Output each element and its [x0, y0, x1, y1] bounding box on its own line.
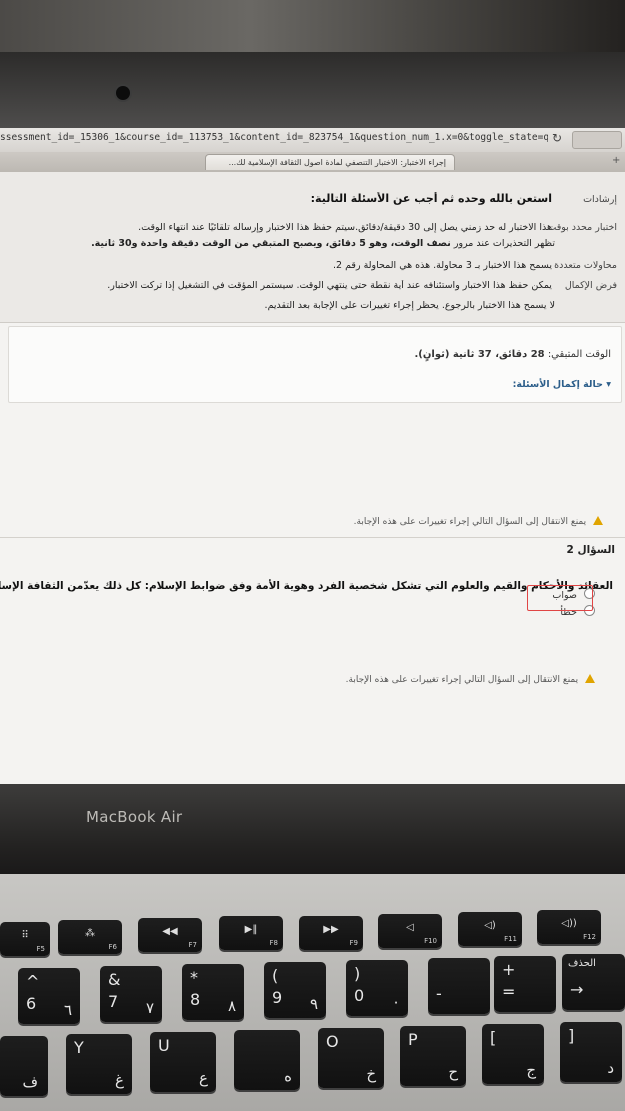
instructions-heading: استعن بالله وحده ثم أجب عن الأسئلة التال…	[310, 192, 552, 205]
keyboard: ⠿ F5 ⁂ F6 ◀◀ F7 ▶‖ F8 ▶▶ F9 ◁ F10 ◁) F11…	[0, 874, 625, 1111]
attempts-text: يسمح هذا الاختبار بـ 3 محاولة. هذه هي ال…	[333, 260, 552, 271]
notice-text: يمنع الانتقال إلى السؤال التالي إجراء تغ…	[345, 675, 579, 685]
completion-status-toggle[interactable]: ▾ حالة إكمال الأسئلة:	[513, 379, 611, 390]
completion-status-label: حالة إكمال الأسئلة:	[512, 379, 603, 390]
key-i[interactable]: ه	[234, 1030, 300, 1090]
camera-icon	[116, 86, 130, 100]
divider	[0, 537, 625, 538]
time-remaining-label: الوقت المتبقي:	[547, 349, 611, 360]
notice-question-2: يمنع الانتقال إلى السؤال التالي إجراء تغ…	[346, 674, 595, 685]
toolbar-button[interactable]	[572, 131, 622, 149]
warning-icon	[593, 516, 603, 525]
chevron-down-icon: ▾	[602, 379, 611, 390]
time-remaining: الوقت المتبقي: 28 دقائق، 37 ثانية (ثوانٍ…	[415, 349, 612, 360]
instructions-panel: إرشادات استعن بالله وحده ثم أجب عن الأسئ…	[0, 172, 625, 323]
key-minus[interactable]: -	[428, 958, 490, 1014]
timed-text: هذا الاختبار له حد زمني يصل إلى 30 دقيقة…	[138, 222, 552, 233]
key-y[interactable]: Y غ	[66, 1034, 132, 1094]
question-title: السؤال 2	[566, 544, 616, 556]
key-o[interactable]: O خ	[318, 1028, 384, 1088]
warnings-bold-1: نصف الوقت،	[390, 238, 451, 249]
highlight-box	[527, 585, 593, 611]
backtrack-text: لا يسمح هذا الاختبار بالرجوع. يحظر إجراء…	[264, 300, 555, 311]
instructions-label: إرشادات	[583, 194, 617, 205]
key-0[interactable]: ) 0 ٠	[346, 960, 408, 1016]
force-label: فرض الإكمال	[564, 280, 617, 291]
warnings-text-2: وهو 5 دقائق،	[325, 238, 388, 249]
address-bar[interactable]: ssessment_id=_15306_1&course_id=_113753_…	[0, 128, 625, 153]
timed-label: اختبار محدد بوقت	[547, 222, 617, 233]
exam-page: إرشادات استعن بالله وحده ثم أجب عن الأسئ…	[0, 172, 625, 784]
reload-icon[interactable]: ↻	[552, 131, 562, 145]
key-9[interactable]: ( 9 ٩	[264, 962, 326, 1018]
key-f12[interactable]: ◁)) F12	[537, 910, 601, 944]
notice-prev-question: يمنع الانتقال إلى السؤال التالي إجراء تغ…	[354, 516, 603, 527]
tab-bar: إجراء الاختبار: الاختبار التنصفي لمادة ا…	[0, 152, 625, 173]
force-text: يمكن حفظ هذا الاختبار واستئنافه عند أية …	[107, 280, 552, 291]
key-delete[interactable]: الحذف →	[562, 954, 625, 1010]
warnings-text-1: تظهر التحذيرات عند مرور	[453, 238, 555, 249]
question-text: العقائد والأحكام والقيم والعلوم التي تشك…	[0, 580, 613, 592]
volume-up-icon: ◁))	[561, 918, 577, 929]
key-bracket-right[interactable]: ] د	[560, 1022, 622, 1082]
key-f7[interactable]: ◀◀ F7	[138, 918, 202, 952]
key-f-ar[interactable]: ف	[0, 1036, 48, 1096]
key-f11[interactable]: ◁) F11	[458, 912, 522, 946]
time-remaining-value: 28 دقائق، 37 ثانية (ثوانٍ).	[414, 349, 545, 360]
laptop-brand: MacBook Air	[86, 808, 183, 826]
key-7[interactable]: & 7 ٧	[100, 966, 162, 1022]
key-equals[interactable]: + =	[494, 956, 556, 1012]
key-f8[interactable]: ▶‖ F8	[219, 916, 283, 950]
laptop-bezel	[0, 0, 625, 128]
key-f5[interactable]: ⠿ F5	[0, 922, 50, 956]
tab-exam[interactable]: إجراء الاختبار: الاختبار التنصفي لمادة ا…	[205, 154, 455, 170]
key-f9[interactable]: ▶▶ F9	[299, 916, 363, 950]
key-caret-icon: ^	[26, 972, 40, 991]
key-6[interactable]: ^ 6 ٦	[18, 968, 80, 1024]
timer-panel: الوقت المتبقي: 28 دقائق، 37 ثانية (ثوانٍ…	[8, 326, 622, 403]
warnings-bold-2: ويصبح المتبقي من الوقت دقيقة واحدة و30 ث…	[91, 238, 323, 249]
key-8[interactable]: * 8 ٨	[182, 964, 244, 1020]
key-f6[interactable]: ⁂ F6	[58, 920, 122, 954]
add-tab-icon[interactable]: +	[612, 155, 620, 166]
volume-down-icon: ◁)	[484, 920, 496, 931]
notice-text: يمنع الانتقال إلى السؤال التالي إجراء تغ…	[353, 517, 587, 527]
laptop-hinge: MacBook Air	[0, 784, 625, 874]
key-f10[interactable]: ◁ F10	[378, 914, 442, 948]
attempts-label: محاولات متعددة	[554, 260, 617, 271]
key-u[interactable]: U ع	[150, 1032, 216, 1092]
keyboard-light-icon: ⠿	[21, 930, 29, 941]
url-text[interactable]: ssessment_id=_15306_1&course_id=_113753_…	[0, 132, 548, 143]
rewind-icon: ◀◀	[162, 926, 178, 937]
play-pause-icon: ▶‖	[244, 924, 258, 935]
warning-icon	[585, 674, 595, 683]
fast-forward-icon: ▶▶	[323, 924, 339, 935]
keyboard-light-up-icon: ⁂	[85, 928, 95, 939]
background-wall	[0, 0, 625, 52]
mute-icon: ◁	[406, 922, 414, 933]
key-bracket-left[interactable]: [ ج	[482, 1024, 544, 1084]
key-p[interactable]: P ح	[400, 1026, 466, 1086]
